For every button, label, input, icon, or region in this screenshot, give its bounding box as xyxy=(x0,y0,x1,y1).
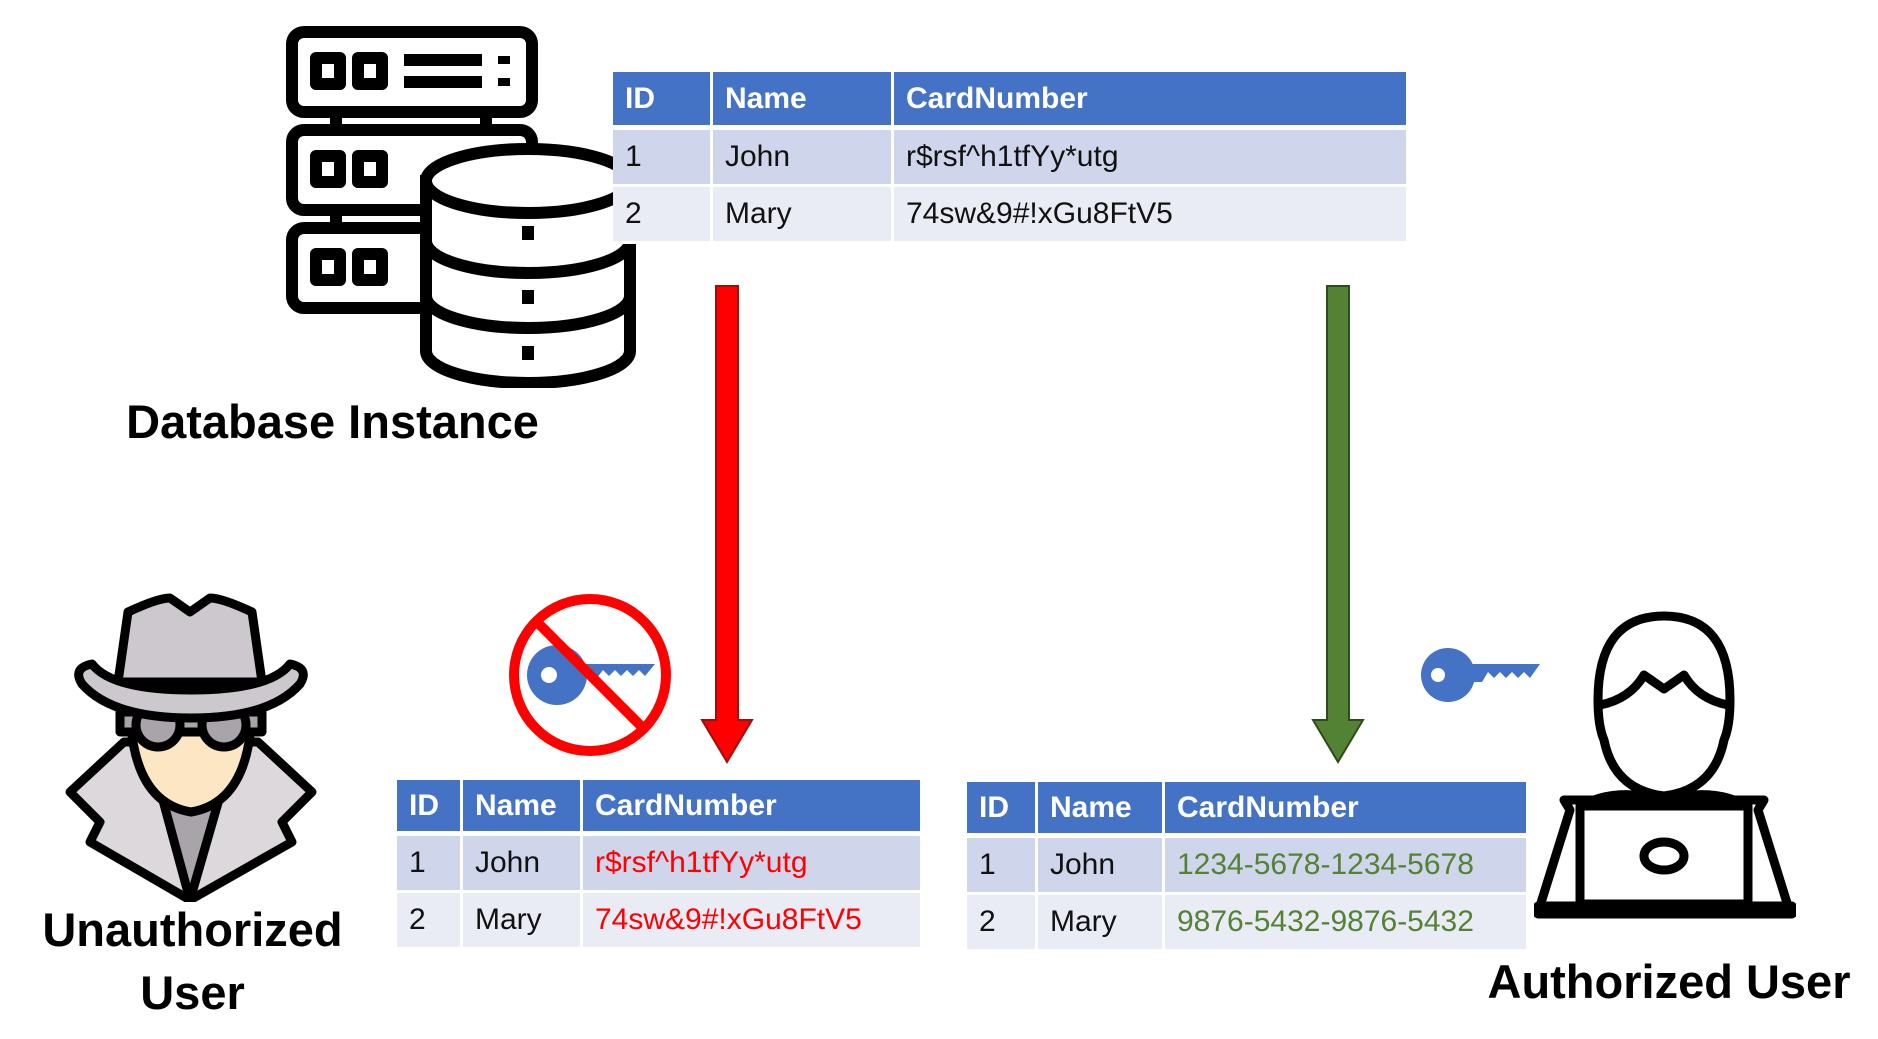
cell-id: 2 xyxy=(397,893,463,950)
database-label: Database Instance xyxy=(126,395,539,448)
table-row: 1 John 1234-5678-1234-5678 xyxy=(967,838,1526,895)
arrow-down-icon xyxy=(1311,285,1365,764)
table-row: 2 Mary 74sw&9#!xGu8FtV5 xyxy=(397,893,920,950)
unauthorized-table: ID Name CardNumber 1 John r$rsf^h1tfYy*utg 2… xyxy=(397,780,920,950)
column-header-id: ID xyxy=(613,72,713,130)
cell-id: 1 xyxy=(397,836,463,893)
column-header-id: ID xyxy=(967,782,1038,838)
column-header-cardnumber: CardNumber xyxy=(1165,782,1526,838)
unauthorized-user-label: Unauthorized User xyxy=(20,898,365,1025)
cell-cardnumber: 74sw&9#!xGu8FtV5 xyxy=(894,187,1406,244)
cell-id: 2 xyxy=(967,895,1038,952)
no-key-icon xyxy=(509,594,671,756)
column-header-name: Name xyxy=(463,780,583,836)
cell-id: 2 xyxy=(613,187,713,244)
table-row: 2 Mary 74sw&9#!xGu8FtV5 xyxy=(613,187,1406,244)
cell-name: John xyxy=(1038,838,1165,895)
spy-icon xyxy=(65,593,317,902)
cell-name: Mary xyxy=(713,187,894,244)
cell-name: John xyxy=(713,130,894,187)
unauthorized-label-line2: User xyxy=(140,966,245,1020)
unauthorized-label-line1: Unauthorized xyxy=(42,903,343,956)
column-header-id: ID xyxy=(397,780,463,836)
column-header-name: Name xyxy=(713,72,894,130)
column-header-cardnumber: CardNumber xyxy=(583,780,920,836)
user-laptop-icon xyxy=(1534,611,1796,919)
cell-name: John xyxy=(463,836,583,893)
cell-name: Mary xyxy=(463,893,583,950)
database-table: ID Name CardNumber 1 John r$rsf^h1tfYy*utg 2… xyxy=(613,72,1406,244)
cell-name: Mary xyxy=(1038,895,1165,952)
authorized-user-label: Authorized User xyxy=(1487,955,1851,1008)
arrow-down-icon xyxy=(700,285,754,764)
cell-cardnumber: r$rsf^h1tfYy*utg xyxy=(894,130,1406,187)
cell-cardnumber: 9876-5432-9876-5432 xyxy=(1165,895,1526,952)
key-icon xyxy=(1421,648,1540,702)
table-row: 1 John r$rsf^h1tfYy*utg xyxy=(613,130,1406,187)
column-header-cardnumber: CardNumber xyxy=(894,72,1406,130)
cell-id: 1 xyxy=(613,130,713,187)
cell-cardnumber: r$rsf^h1tfYy*utg xyxy=(583,836,920,893)
column-header-name: Name xyxy=(1038,782,1165,838)
cell-cardnumber: 1234-5678-1234-5678 xyxy=(1165,838,1526,895)
authorized-table: ID Name CardNumber 1 John 1234-5678-1234-567… xyxy=(967,782,1526,952)
cell-id: 1 xyxy=(967,838,1038,895)
table-row: 1 John r$rsf^h1tfYy*utg xyxy=(397,836,920,893)
table-row: 2 Mary 9876-5432-9876-5432 xyxy=(967,895,1526,952)
cell-cardnumber: 74sw&9#!xGu8FtV5 xyxy=(583,893,920,950)
database-server-icon xyxy=(286,26,636,388)
